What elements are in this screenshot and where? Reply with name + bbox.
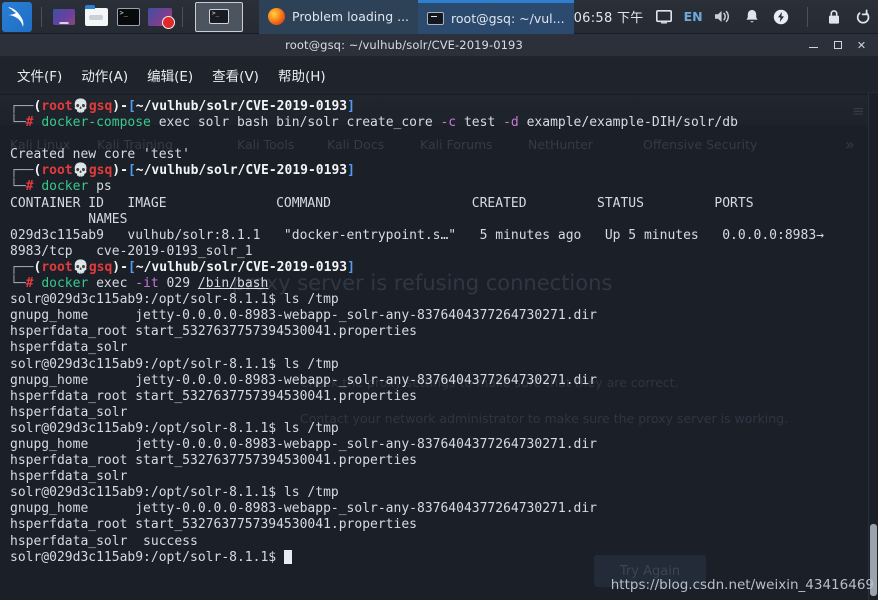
menu-edit[interactable]: 编辑(E) <box>139 61 201 89</box>
power-icon[interactable] <box>772 8 790 26</box>
system-tray: 06:58 下午 EN <box>574 0 878 34</box>
taskbar-task-terminal[interactable]: root@gsq: ~/vul... <box>418 0 574 34</box>
terminal-icon <box>427 11 445 25</box>
workspace-switcher-icon[interactable] <box>50 4 78 30</box>
display-icon[interactable] <box>655 8 673 26</box>
volume-icon[interactable] <box>714 8 732 26</box>
taskbar: Problem loading ... root@gsq: ~/vul... 0… <box>0 0 878 34</box>
logout-icon[interactable] <box>854 8 872 26</box>
file-manager-icon[interactable] <box>82 4 110 30</box>
terminal-icon[interactable] <box>114 4 142 30</box>
watermark: https://blog.csdn.net/weixin_43416469 <box>610 577 874 593</box>
window-titlebar[interactable]: root@gsq: ~/vulhub/solr/CVE-2019-0193 ✕ <box>0 34 878 57</box>
taskbar-divider-1 <box>41 6 42 27</box>
clock[interactable]: 06:58 下午 <box>574 7 644 26</box>
firefox-icon <box>268 8 285 25</box>
keyboard-layout-indicator[interactable]: EN <box>684 9 703 24</box>
taskbar-task-firefox[interactable]: Problem loading ... <box>259 0 419 34</box>
taskbar-launchers <box>0 0 243 34</box>
taskbar-task-firefox-label: Problem loading ... <box>292 9 410 24</box>
screen-recorder-icon[interactable] <box>146 4 175 30</box>
maximize-button[interactable] <box>832 40 843 51</box>
kali-menu-icon[interactable] <box>2 1 32 32</box>
tray-divider <box>806 6 808 27</box>
menu-view[interactable]: 查看(V) <box>204 61 267 89</box>
window-title: root@gsq: ~/vulhub/solr/CVE-2019-0193 <box>285 38 523 52</box>
menu-actions[interactable]: 动作(A) <box>73 61 136 89</box>
terminal-window: root@gsq: ~/vulhub/solr/CVE-2019-0193 ✕ … <box>0 34 878 600</box>
menu-file[interactable]: 文件(F) <box>9 61 70 89</box>
minimize-button[interactable] <box>808 40 819 51</box>
window-controls: ✕ <box>808 40 878 51</box>
taskbar-divider-2 <box>182 6 183 27</box>
lock-icon[interactable] <box>825 8 843 26</box>
bell-icon[interactable] <box>743 8 761 26</box>
terminal-output[interactable]: ┌──(root💀gsq)-[~/vulhub/solr/CVE-2019-01… <box>0 93 878 566</box>
menubar: 文件(F) 动作(A) 编辑(E) 查看(V) 帮助(H) <box>0 57 878 93</box>
terminal-window-icon[interactable] <box>195 1 243 32</box>
taskbar-task-terminal-label: root@gsq: ~/vul... <box>451 10 565 26</box>
menu-help[interactable]: 帮助(H) <box>270 61 334 89</box>
close-button[interactable]: ✕ <box>856 40 867 51</box>
terminal-area[interactable]: Kali Linux Kali Training Kali Tools Kali… <box>0 93 878 600</box>
terminal-scrollbar[interactable] <box>868 93 878 600</box>
taskbar-window-list: Problem loading ... root@gsq: ~/vul... <box>259 0 574 34</box>
